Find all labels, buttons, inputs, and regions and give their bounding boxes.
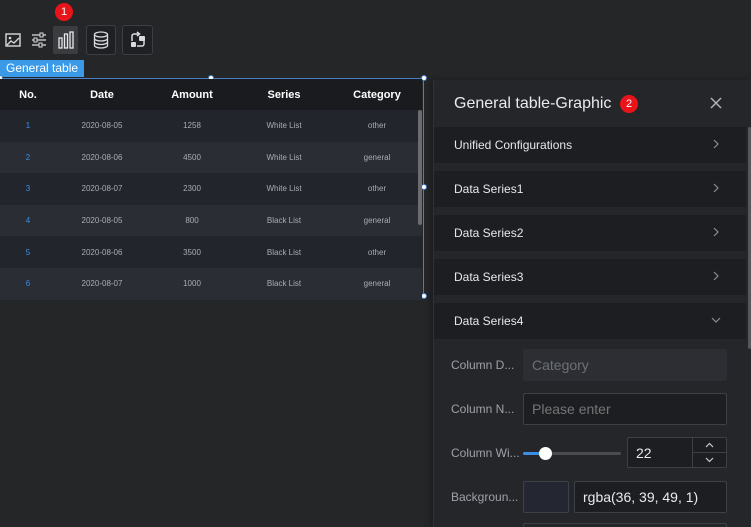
cell-no: 5 xyxy=(25,247,31,257)
cell-category: general xyxy=(363,279,391,289)
link-icon xyxy=(130,31,145,47)
column-data-field: Category xyxy=(523,349,727,381)
section-data-series-2[interactable]: Data Series2 xyxy=(434,215,746,251)
background-color-swatch[interactable] xyxy=(523,481,569,513)
chevron-up-icon xyxy=(705,442,714,448)
cell-category: other xyxy=(367,247,387,257)
bar-chart-icon xyxy=(57,31,74,49)
column-width-slider[interactable] xyxy=(523,447,621,460)
chevron-right-icon xyxy=(713,139,719,149)
panel-title: General table-Graphic xyxy=(454,95,612,112)
table-header: No. Date Amount Series Category xyxy=(0,79,422,110)
cell-date: 2020-08-06 xyxy=(81,152,123,162)
general-table: No. Date Amount Series Category 1 2020-0… xyxy=(0,79,422,300)
cell-amount: 1000 xyxy=(183,279,201,289)
slider-knob[interactable] xyxy=(538,447,552,460)
cell-date: 2020-08-06 xyxy=(81,247,123,257)
cell-series: White List xyxy=(266,152,302,162)
background-color-input[interactable]: rgba(36, 39, 49, 1) xyxy=(574,481,727,513)
cell-amount: 1258 xyxy=(183,121,201,131)
cell-amount: 2300 xyxy=(183,184,201,194)
column-name-input[interactable] xyxy=(523,393,727,425)
configuration-panel: General table-Graphic 2 Unified Configur… xyxy=(433,80,751,527)
section-data-series-3[interactable]: Data Series3 xyxy=(434,259,746,295)
table-row: 6 2020-08-07 1000 Black List general xyxy=(0,267,422,300)
column-width-label: Column Wi... xyxy=(451,446,520,460)
section-data-series-1[interactable]: Data Series1 xyxy=(434,171,746,207)
cell-amount: 800 xyxy=(185,216,199,226)
chevron-right-icon xyxy=(713,183,719,193)
section-label: Data Series2 xyxy=(454,226,524,240)
chart-button[interactable] xyxy=(53,26,78,54)
settings-button[interactable] xyxy=(27,26,51,54)
table-scrollbar[interactable] xyxy=(418,110,422,225)
section-label: Data Series1 xyxy=(454,182,524,196)
cell-no: 3 xyxy=(25,184,31,194)
background-label: Backgroun... xyxy=(451,490,519,504)
database-icon xyxy=(93,31,109,49)
column-data-label: Column D... xyxy=(451,358,515,372)
chevron-right-icon xyxy=(713,271,719,281)
cell-no: 1 xyxy=(25,121,31,131)
chevron-right-icon xyxy=(713,227,719,237)
section-label: Data Series3 xyxy=(454,270,524,284)
cell-category: other xyxy=(367,184,387,194)
cell-series: Black List xyxy=(266,247,302,257)
step-badge-2: 2 xyxy=(620,95,638,113)
stepper-buttons xyxy=(692,438,726,467)
decrement-button[interactable] xyxy=(693,453,726,468)
column-header-series: Series xyxy=(267,88,301,101)
column-width-stepper[interactable]: 22 xyxy=(627,437,727,468)
sliders-icon xyxy=(32,32,46,48)
section-data-series-4[interactable]: Data Series4 xyxy=(434,303,746,339)
chevron-down-icon xyxy=(705,457,714,463)
cell-series: White List xyxy=(266,121,302,131)
cell-date: 2020-08-05 xyxy=(81,121,123,131)
cell-category: general xyxy=(363,152,391,162)
cell-series: Black List xyxy=(266,216,302,226)
cell-no: 4 xyxy=(25,216,31,226)
column-header-amount: Amount xyxy=(171,88,213,101)
table-row: 4 2020-08-05 800 Black List general xyxy=(0,204,422,237)
section-label: Unified Configurations xyxy=(454,138,573,152)
chevron-down-icon xyxy=(711,317,721,323)
data-source-button[interactable] xyxy=(86,25,116,55)
table-row: 1 2020-08-05 1258 White List other xyxy=(0,110,422,142)
column-name-label: Column N... xyxy=(451,402,515,416)
cell-date: 2020-08-07 xyxy=(81,279,123,289)
cell-amount: 4500 xyxy=(183,152,201,162)
cell-amount: 3500 xyxy=(183,247,201,257)
image-icon xyxy=(5,33,21,47)
image-button[interactable] xyxy=(2,26,24,54)
table-row: 2 2020-08-06 4500 White List general xyxy=(0,141,422,174)
cell-no: 2 xyxy=(25,152,31,162)
table-row: 3 2020-08-07 2300 White List other xyxy=(0,173,422,205)
table-row: 5 2020-08-06 3500 Black List other xyxy=(0,236,422,268)
cell-category: general xyxy=(363,216,391,226)
column-header-date: Date xyxy=(90,88,114,101)
section-unified-configurations[interactable]: Unified Configurations xyxy=(434,127,746,163)
cell-no: 6 xyxy=(25,279,31,289)
cell-category: other xyxy=(367,121,387,131)
interaction-button[interactable] xyxy=(122,25,153,55)
cell-date: 2020-08-07 xyxy=(81,184,123,194)
close-icon[interactable] xyxy=(709,96,723,110)
section-label: Data Series4 xyxy=(454,314,524,328)
cell-series: Black List xyxy=(266,279,302,289)
cell-series: White List xyxy=(266,184,302,194)
cell-date: 2020-08-05 xyxy=(81,216,123,226)
column-header-no: No. xyxy=(19,88,37,101)
next-field[interactable] xyxy=(523,523,727,527)
component-name-tag: General table xyxy=(0,60,85,77)
column-width-value: 22 xyxy=(636,444,652,461)
increment-button[interactable] xyxy=(693,438,726,453)
column-header-category: Category xyxy=(353,88,401,101)
step-badge-1: 1 xyxy=(55,3,73,21)
